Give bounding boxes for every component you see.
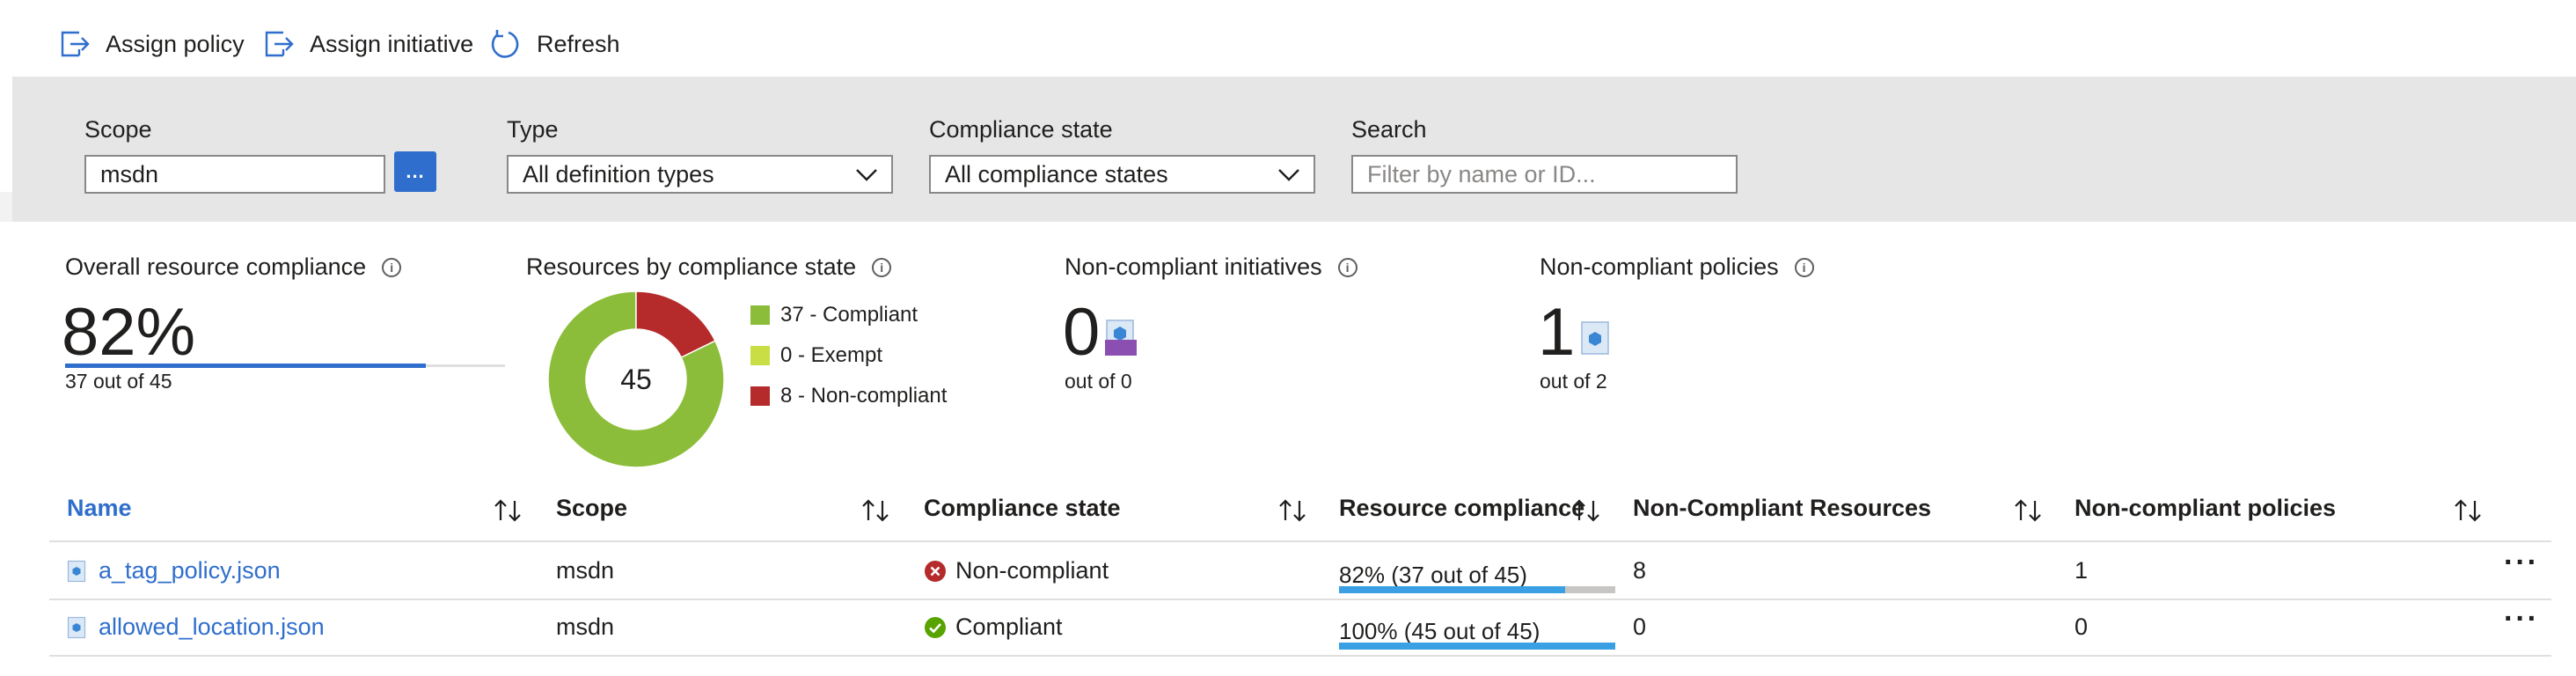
compliance-state-cell: Compliant [955, 614, 1063, 640]
overall-compliance-bar [65, 364, 505, 368]
overall-compliance-title: Overall resource compliance i [65, 254, 402, 281]
overall-compliance-subtext: 37 out of 45 [65, 370, 172, 393]
more-actions-button[interactable]: ··· [2504, 602, 2539, 636]
policy-name-link[interactable]: allowed_location.json [99, 614, 325, 641]
scope-cell: msdn [556, 557, 615, 584]
column-header-compliance-state[interactable]: Compliance state [924, 495, 1121, 522]
info-icon[interactable]: i [872, 257, 892, 277]
sort-icon[interactable] [2013, 498, 2043, 527]
sort-icon[interactable] [2453, 498, 2483, 527]
error-icon [925, 561, 946, 582]
column-header-noncompliant-policies[interactable]: Non-compliant policies [2075, 495, 2336, 522]
chevron-down-icon [854, 164, 879, 191]
noncompliant-resources-cell: 8 [1633, 557, 1647, 584]
assign-policy-label: Assign policy [106, 30, 245, 57]
scope-field[interactable]: msdn [84, 155, 385, 194]
noncompliant-resources-cell: 0 [1633, 614, 1647, 640]
noncompliant-initiatives-value: 0 [1063, 295, 1101, 370]
refresh-label: Refresh [537, 30, 620, 57]
resource-compliance-bar [1339, 586, 1615, 593]
legend-item: 8 - Non-compliant [750, 384, 947, 408]
by-state-title-text: Resources by compliance state [526, 254, 857, 280]
noncompliant-policies-cell: 1 [2075, 557, 2089, 584]
filter-panel [12, 77, 2576, 222]
info-icon[interactable]: i [1337, 257, 1358, 277]
type-value: All definition types [523, 160, 714, 187]
resource-compliance-bar [1339, 643, 1615, 650]
scope-picker-button[interactable]: ... [394, 151, 436, 192]
resource-compliance-bar-fill [1339, 643, 1615, 650]
type-dropdown[interactable]: All definition types [507, 155, 893, 194]
info-icon[interactable]: i [382, 257, 402, 277]
compliance-state-dropdown[interactable]: All compliance states [929, 155, 1315, 194]
success-icon [925, 617, 946, 638]
legend-item: 37 - Compliant [750, 303, 918, 327]
compliance-state-cell: Non-compliant [955, 557, 1109, 584]
overall-compliance-title-text: Overall resource compliance [65, 254, 367, 280]
panel-edge [0, 192, 12, 222]
by-state-title: Resources by compliance state i [526, 254, 892, 281]
more-actions-button[interactable]: ··· [2504, 546, 2539, 580]
column-header-resource-compliance[interactable]: Resource compliance [1339, 495, 1584, 522]
legend-label: 8 - Non-compliant [780, 384, 948, 408]
noncompliant-policies-subtext: out of 2 [1540, 370, 1607, 393]
noncompliant-policies-cell: 0 [2075, 614, 2089, 640]
scope-cell: msdn [556, 614, 615, 640]
legend-label: 0 - Exempt [780, 343, 883, 367]
policy-icon [67, 560, 86, 583]
column-header-name[interactable]: Name [67, 495, 132, 522]
column-header-noncompliant-resources[interactable]: Non-Compliant Resources [1633, 495, 1931, 522]
search-input[interactable]: Filter by name or ID... [1351, 155, 1738, 194]
compliance-state-value: All compliance states [945, 160, 1168, 187]
table-divider [49, 599, 2551, 600]
info-icon[interactable]: i [1794, 257, 1814, 277]
assign-initiative-button[interactable]: Assign initiative [264, 19, 473, 69]
scope-label: Scope [84, 116, 152, 143]
legend-swatch [750, 386, 770, 406]
compliance-state-label: Compliance state [929, 116, 1113, 143]
policy-icon [67, 616, 86, 639]
legend-label: 37 - Compliant [780, 303, 918, 327]
assign-initiative-label: Assign initiative [310, 30, 474, 57]
resource-compliance-text: 82% (37 out of 45) [1339, 562, 1527, 588]
legend-swatch [750, 346, 770, 365]
search-placeholder: Filter by name or ID... [1367, 160, 1596, 187]
noncompliant-initiatives-title: Non-compliant initiatives i [1065, 254, 1358, 281]
resource-compliance-bar-fill [1339, 586, 1566, 593]
chevron-down-icon [1277, 164, 1301, 191]
resource-compliance-text: 100% (45 out of 45) [1339, 618, 1540, 644]
refresh-icon [489, 28, 521, 60]
overall-compliance-bar-fill [65, 364, 426, 368]
type-label: Type [507, 116, 559, 143]
noncompliant-initiatives-title-text: Non-compliant initiatives [1065, 254, 1322, 280]
sort-icon[interactable] [1571, 498, 1601, 527]
scope-value: msdn [100, 160, 159, 187]
initiative-icon [1105, 320, 1137, 356]
noncompliant-policies-title-text: Non-compliant policies [1540, 254, 1779, 280]
compliance-donut-chart: 45 [547, 290, 725, 468]
sort-icon[interactable] [1277, 498, 1307, 527]
legend-swatch [750, 305, 770, 325]
column-header-scope[interactable]: Scope [556, 495, 627, 522]
policy-icon [1581, 321, 1609, 355]
noncompliant-initiatives-subtext: out of 0 [1065, 370, 1132, 393]
donut-total: 45 [620, 364, 652, 395]
noncompliant-policies-value: 1 [1538, 295, 1576, 370]
assign-policy-button[interactable]: Assign policy [60, 19, 245, 69]
search-label: Search [1351, 116, 1427, 143]
policy-name-link[interactable]: a_tag_policy.json [99, 557, 281, 584]
table-divider [49, 655, 2551, 657]
refresh-button[interactable]: Refresh [489, 19, 620, 69]
noncompliant-policies-title: Non-compliant policies i [1540, 254, 1814, 281]
overall-compliance-value: 82% [62, 295, 196, 370]
legend-item: 0 - Exempt [750, 343, 882, 368]
sort-icon[interactable] [860, 498, 890, 527]
assign-initiative-icon [264, 30, 294, 58]
table-divider [49, 540, 2551, 542]
assign-policy-icon [60, 30, 90, 58]
sort-icon[interactable] [493, 498, 523, 527]
